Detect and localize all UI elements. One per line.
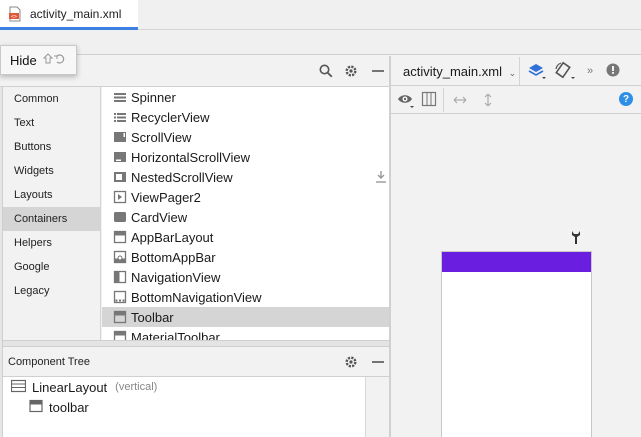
category-helpers[interactable]: Helpers (3, 231, 100, 255)
design-canvas[interactable] (391, 114, 641, 437)
widget-recyclerview[interactable]: RecyclerView (102, 107, 389, 127)
widget-label: ScrollView (131, 129, 192, 145)
scrollview-icon (113, 130, 127, 144)
bottom-appbar-icon (113, 250, 127, 264)
widget-label: BottomNavigationView (131, 289, 262, 305)
widget-materialtoolbar[interactable]: MaterialToolbar (102, 327, 389, 340)
widget-label: Toolbar (131, 309, 174, 325)
toolbar-preview[interactable] (442, 252, 591, 272)
category-common[interactable]: Common (3, 87, 100, 111)
svg-text:<>: <> (11, 14, 17, 20)
nested-scroll-icon (113, 170, 127, 184)
palette-widget-list: Spinner RecyclerView ScrollView Horizont… (102, 87, 389, 340)
wrench-icon[interactable] (569, 229, 583, 245)
widget-appbarlayout[interactable]: AppBarLayout (102, 227, 389, 247)
layout-file-select-label: activity_main.xml (403, 64, 502, 79)
resize-vertical-icon[interactable] (480, 92, 496, 108)
layers-icon[interactable] (527, 62, 547, 80)
chevron-down-icon: ⌄ (508, 68, 517, 78)
category-widgets[interactable]: Widgets (3, 159, 100, 183)
cardview-icon (113, 210, 127, 224)
widget-spinner[interactable]: Spinner (102, 87, 389, 107)
widget-label: Spinner (131, 89, 176, 105)
category-buttons[interactable]: Buttons (3, 135, 100, 159)
panel-splitter[interactable] (3, 340, 389, 347)
widget-bottomappbar[interactable]: BottomAppBar (102, 247, 389, 267)
toolbar-icon (29, 399, 43, 416)
tree-node-label: LinearLayout (32, 379, 108, 395)
gear-icon[interactable] (343, 63, 359, 79)
widget-label: NavigationView (131, 269, 221, 285)
widget-label: HorizontalScrollView (131, 149, 250, 165)
xml-file-icon: <> (8, 6, 22, 22)
overflow-chevron-icon[interactable]: » (583, 64, 597, 78)
widget-viewpager2[interactable]: ViewPager2 (102, 187, 389, 207)
widget-label: RecyclerView (131, 109, 210, 125)
widget-scrollview[interactable]: ScrollView (102, 127, 389, 147)
category-legacy[interactable]: Legacy (3, 279, 100, 303)
tree-node-linearlayout[interactable]: LinearLayout (vertical) (10, 377, 158, 397)
component-tree-title: Component Tree (8, 356, 90, 368)
category-text[interactable]: Text (3, 111, 100, 135)
widget-cardview[interactable]: CardView (102, 207, 389, 227)
widget-label: NestedScrollView (131, 169, 233, 185)
toolbar-separator (519, 57, 520, 85)
resize-horizontal-icon[interactable] (452, 92, 468, 108)
spinner-icon (113, 90, 127, 104)
widget-toolbar[interactable]: Toolbar (102, 307, 389, 327)
widget-label: ViewPager2 (131, 189, 201, 205)
search-icon[interactable] (318, 63, 334, 79)
orientation-icon[interactable] (554, 61, 576, 81)
minimize-icon[interactable] (370, 354, 386, 370)
widget-nestedscrollview[interactable]: NestedScrollView (102, 167, 389, 187)
download-icon[interactable] (375, 170, 387, 187)
tree-node-hint: (vertical) (115, 381, 158, 393)
horizontal-scroll-icon (113, 150, 127, 164)
widget-navigationview[interactable]: NavigationView (102, 267, 389, 287)
palette-categories: Common Text Buttons Widgets Layouts Cont… (3, 87, 101, 340)
design-toolbar: activity_main.xml ⌄ » (391, 56, 641, 86)
minimize-icon[interactable] (370, 63, 386, 79)
blueprint-toggle-icon[interactable] (421, 91, 437, 107)
gear-icon[interactable] (343, 354, 359, 370)
category-google[interactable]: Google (3, 255, 100, 279)
device-preview[interactable] (441, 251, 592, 437)
toolbar-separator (443, 88, 444, 112)
component-tree-scrollbar[interactable] (365, 377, 389, 437)
widget-label: BottomAppBar (131, 249, 216, 265)
linear-layout-icon (10, 379, 27, 396)
help-icon[interactable]: ? (619, 92, 633, 106)
widget-label: CardView (131, 209, 188, 225)
tab-label: activity_main.xml (30, 6, 122, 21)
warning-icon[interactable] (605, 62, 621, 78)
list-icon (113, 110, 127, 124)
tab-activity-main[interactable]: <> activity_main.xml (0, 0, 138, 30)
material-toolbar-icon (113, 330, 127, 340)
component-tree: LinearLayout (vertical) toolbar (3, 377, 365, 437)
layout-file-select[interactable]: activity_main.xml ⌄ (403, 64, 516, 79)
widget-bottomnavigationview[interactable]: BottomNavigationView (102, 287, 389, 307)
navigation-view-icon (113, 270, 127, 284)
editor-tab-strip: <> activity_main.xml (0, 0, 641, 30)
tree-node-toolbar[interactable]: toolbar (29, 397, 89, 417)
component-tree-header: Component Tree (3, 347, 389, 377)
toolbar-icon (113, 310, 127, 324)
tree-node-label: toolbar (49, 399, 89, 415)
eye-icon[interactable] (397, 91, 415, 109)
tooltip-label: Hide (10, 52, 37, 68)
widget-horizontalscrollview[interactable]: HorizontalScrollView (102, 147, 389, 167)
design-subtoolbar: ? (391, 86, 641, 114)
appbar-icon (113, 230, 127, 244)
category-containers[interactable]: Containers (3, 207, 100, 231)
widget-label: AppBarLayout (131, 229, 214, 245)
shortcut-icon (42, 52, 65, 68)
category-layouts[interactable]: Layouts (3, 183, 100, 207)
bottom-navigation-icon (113, 290, 127, 304)
editor-subtoolbar (0, 30, 641, 55)
viewpager-icon (113, 190, 127, 204)
hide-tooltip: Hide (0, 45, 77, 75)
widget-label: MaterialToolbar (131, 329, 220, 341)
